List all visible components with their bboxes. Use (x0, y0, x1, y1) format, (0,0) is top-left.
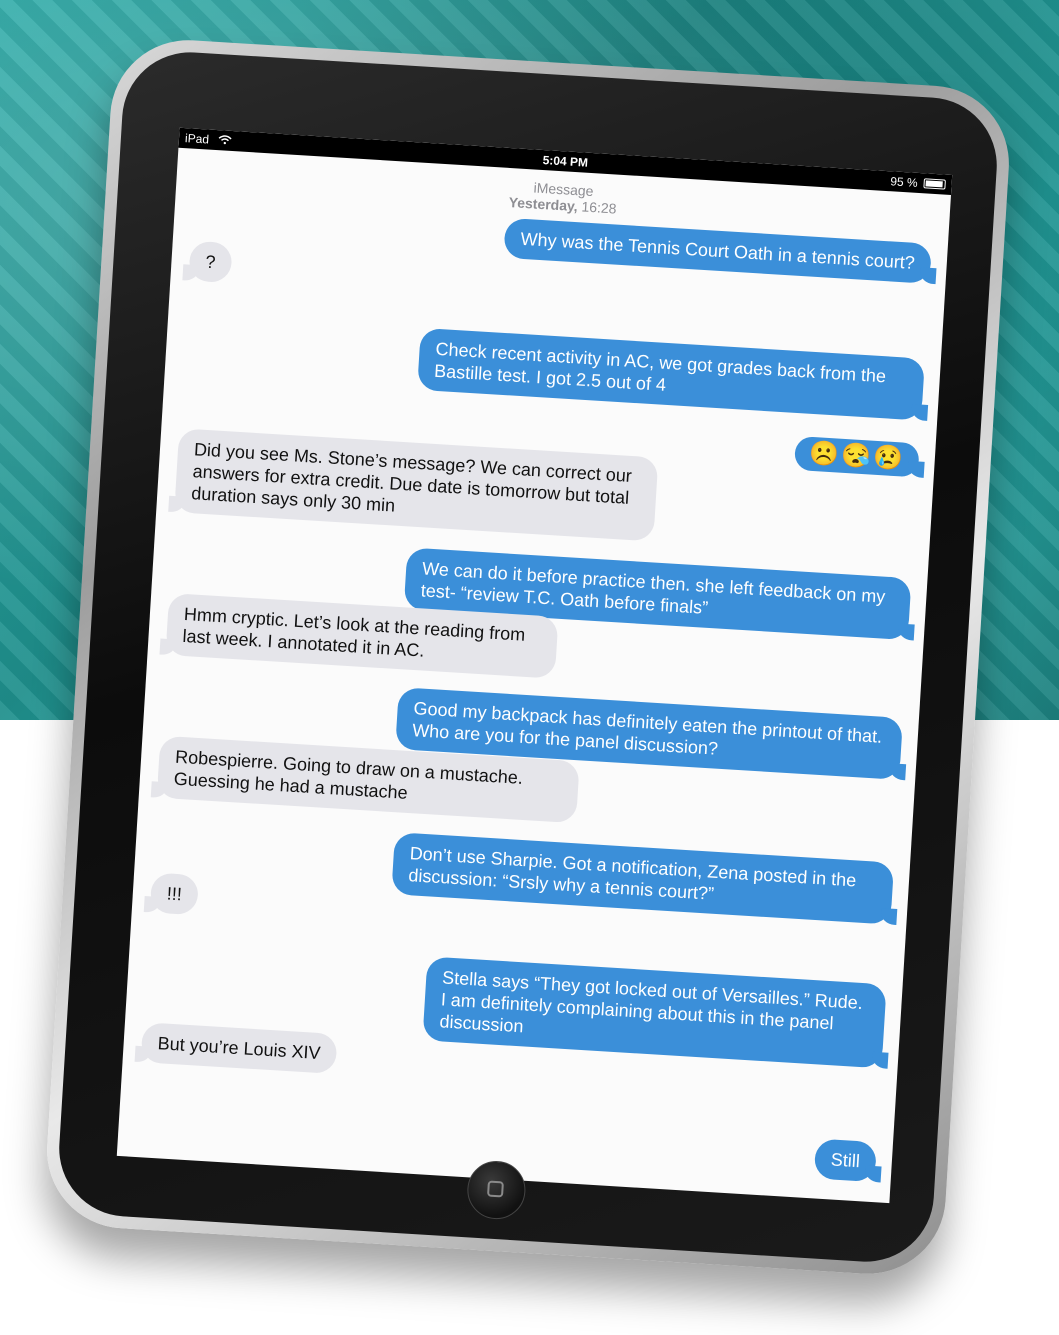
timestamp-day: Yesterday, (508, 193, 579, 215)
messages-screen: iPad 5:04 PM 95 % iMessage Yesterday, 16… (116, 127, 953, 1204)
message-bubble-incoming[interactable]: !!! (149, 872, 200, 916)
message-bubble-incoming[interactable]: But you’re Louis XIV (140, 1022, 338, 1075)
message-bubble-incoming[interactable]: ? (188, 240, 233, 284)
battery-percent: 95 % (889, 174, 919, 190)
message-bubble-outgoing[interactable]: Stella says “They got locked out of Vers… (422, 956, 887, 1069)
ipad-device: iPad 5:04 PM 95 % iMessage Yesterday, 16… (42, 35, 1014, 1279)
message-bubble-incoming[interactable]: Did you see Ms. Stone’s message? We can … (174, 428, 659, 542)
message-bubble-outgoing[interactable]: Don’t use Sharpie. Got a notification, Z… (391, 832, 895, 925)
timestamp-time: 16:28 (581, 198, 617, 217)
message-bubble-outgoing[interactable]: Still (813, 1138, 878, 1183)
message-bubble-outgoing[interactable]: ☹️😪😢 (794, 435, 920, 478)
message-bubble-outgoing[interactable]: Check recent activity in AC, we got grad… (417, 327, 925, 421)
home-square-icon (486, 1180, 504, 1198)
battery-icon (923, 178, 946, 190)
ipad-bezel: iPad 5:04 PM 95 % iMessage Yesterday, 16… (55, 48, 1001, 1266)
